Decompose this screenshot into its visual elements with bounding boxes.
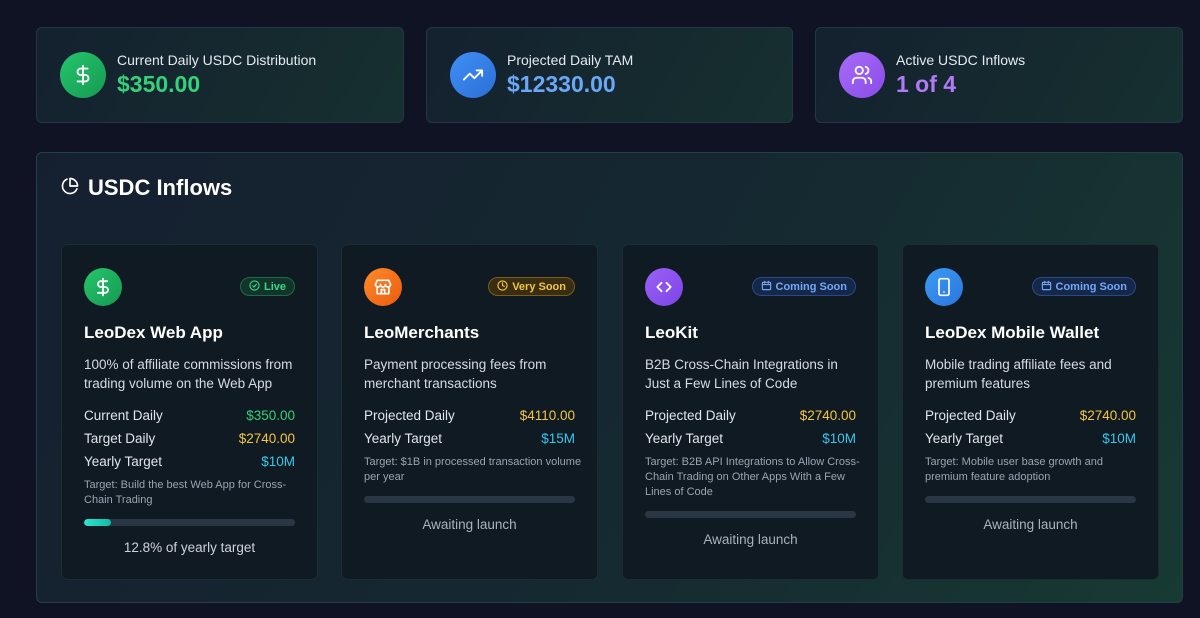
store-icon [364,268,402,306]
stat-label: Projected Daily TAM [507,52,634,68]
usdc-inflows-panel: USDC Inflows Live LeoDex Web App 100% of… [36,152,1183,603]
stat-value: 1 of 4 [896,71,957,97]
users-icon [839,52,885,98]
metric-label: Current Daily [84,407,163,423]
stat-value: $12330.00 [507,71,616,97]
card-target: Target: Mobile user base growth and prem… [925,456,1103,483]
stat-card-current-daily: Current Daily USDC Distribution $350.00 [36,27,404,123]
card-title: LeoKit [645,323,698,342]
badge-label: Very Soon [512,280,566,293]
metric-label: Yearly Target [925,430,1004,446]
card-description: Mobile trading affiliate fees and premiu… [925,357,1112,391]
metric-row: Target Daily $2740.00 [84,429,295,447]
progress-bar [84,519,295,526]
card-description: B2B Cross-Chain Integrations in Just a F… [645,357,838,391]
status-badge: Coming Soon [1031,277,1136,296]
trending-up-icon [450,52,496,98]
metric-row: Current Daily $350.00 [84,406,295,424]
card-title: LeoDex Web App [84,323,223,342]
calendar-icon [761,280,772,294]
inflow-card-leokit: Coming Soon LeoKit B2B Cross-Chain Integ… [622,244,879,580]
card-description: 100% of affiliate commissions from tradi… [84,357,293,391]
stat-label: Current Daily USDC Distribution [117,52,317,68]
metric-value: $10M [1102,430,1136,446]
progress-label: Awaiting launch [983,517,1078,532]
stat-card-active-inflows: Active USDC Inflows 1 of 4 [815,27,1183,123]
progress-bar [645,511,856,518]
status-badge: Coming Soon [751,277,856,296]
metric-label: Projected Daily [645,407,736,423]
metric-value: $2740.00 [1079,407,1136,423]
metric-value: $10M [261,453,295,469]
stat-value: $350.00 [117,71,201,97]
card-target: Target: $1B in processed transaction vol… [364,456,582,483]
card-target: Target: Build the best Web App for Cross… [84,479,287,506]
progress-label: Awaiting launch [703,532,798,547]
progress-label: 12.8% of yearly target [123,540,256,555]
code-icon [645,268,683,306]
status-badge: Very Soon [488,277,575,296]
metric-label: Target Daily [84,430,156,446]
stat-card-projected-tam: Projected Daily TAM $12330.00 [426,27,793,123]
metric-value: $350.00 [246,407,295,423]
check-circle-icon [249,279,260,294]
metric-row: Yearly Target $10M [925,429,1136,447]
clock-icon [497,279,508,294]
metric-label: Projected Daily [364,407,455,423]
metric-row: Projected Daily $2740.00 [645,406,856,424]
metric-value: $15M [541,430,575,446]
inflow-card-leomerchants: Very Soon LeoMerchants Payment processin… [341,244,598,580]
card-description: Payment processing fees from merchant tr… [364,357,547,391]
metric-row: Yearly Target $10M [84,452,295,470]
calendar-icon [1041,280,1052,294]
metric-value: $2740.00 [238,430,295,446]
metric-row: Yearly Target $15M [364,429,575,447]
pie-chart-icon [61,177,79,200]
stat-label: Active USDC Inflows [896,52,1026,68]
panel-title: USDC Inflows [88,175,233,200]
status-badge: Live [239,277,295,296]
progress-label: Awaiting launch [422,517,517,532]
card-title: LeoMerchants [364,323,480,342]
metric-label: Yearly Target [645,430,724,446]
progress-fill [84,519,111,526]
card-title: LeoDex Mobile Wallet [925,323,1100,342]
inflow-card-leodex-mobile-wallet: Coming Soon LeoDex Mobile Wallet Mobile … [902,244,1159,580]
dollar-icon [84,268,122,306]
metric-row: Projected Daily $2740.00 [925,406,1136,424]
metric-value: $4110.00 [519,407,575,423]
dollar-icon [60,52,106,98]
badge-label: Live [263,280,286,293]
inflow-card-leodex-web-app: Live LeoDex Web App 100% of affiliate co… [61,244,318,580]
metric-label: Projected Daily [925,407,1016,423]
badge-label: Coming Soon [775,280,848,293]
panel-header: USDC Inflows [61,175,232,201]
metric-label: Yearly Target [364,430,443,446]
metric-row: Projected Daily $4110.00 [364,406,575,424]
metric-value: $2740.00 [799,407,856,423]
metric-label: Yearly Target [84,453,163,469]
metric-row: Yearly Target $10M [645,429,856,447]
progress-bar [925,496,1136,503]
badge-label: Coming Soon [1055,280,1128,293]
progress-bar [364,496,575,503]
dashboard: Current Daily USDC Distribution $350.00 … [0,0,1200,618]
metric-value: $10M [822,430,856,446]
smartphone-icon [925,268,963,306]
card-target: Target: B2B API Integrations to Allow Cr… [645,456,860,498]
